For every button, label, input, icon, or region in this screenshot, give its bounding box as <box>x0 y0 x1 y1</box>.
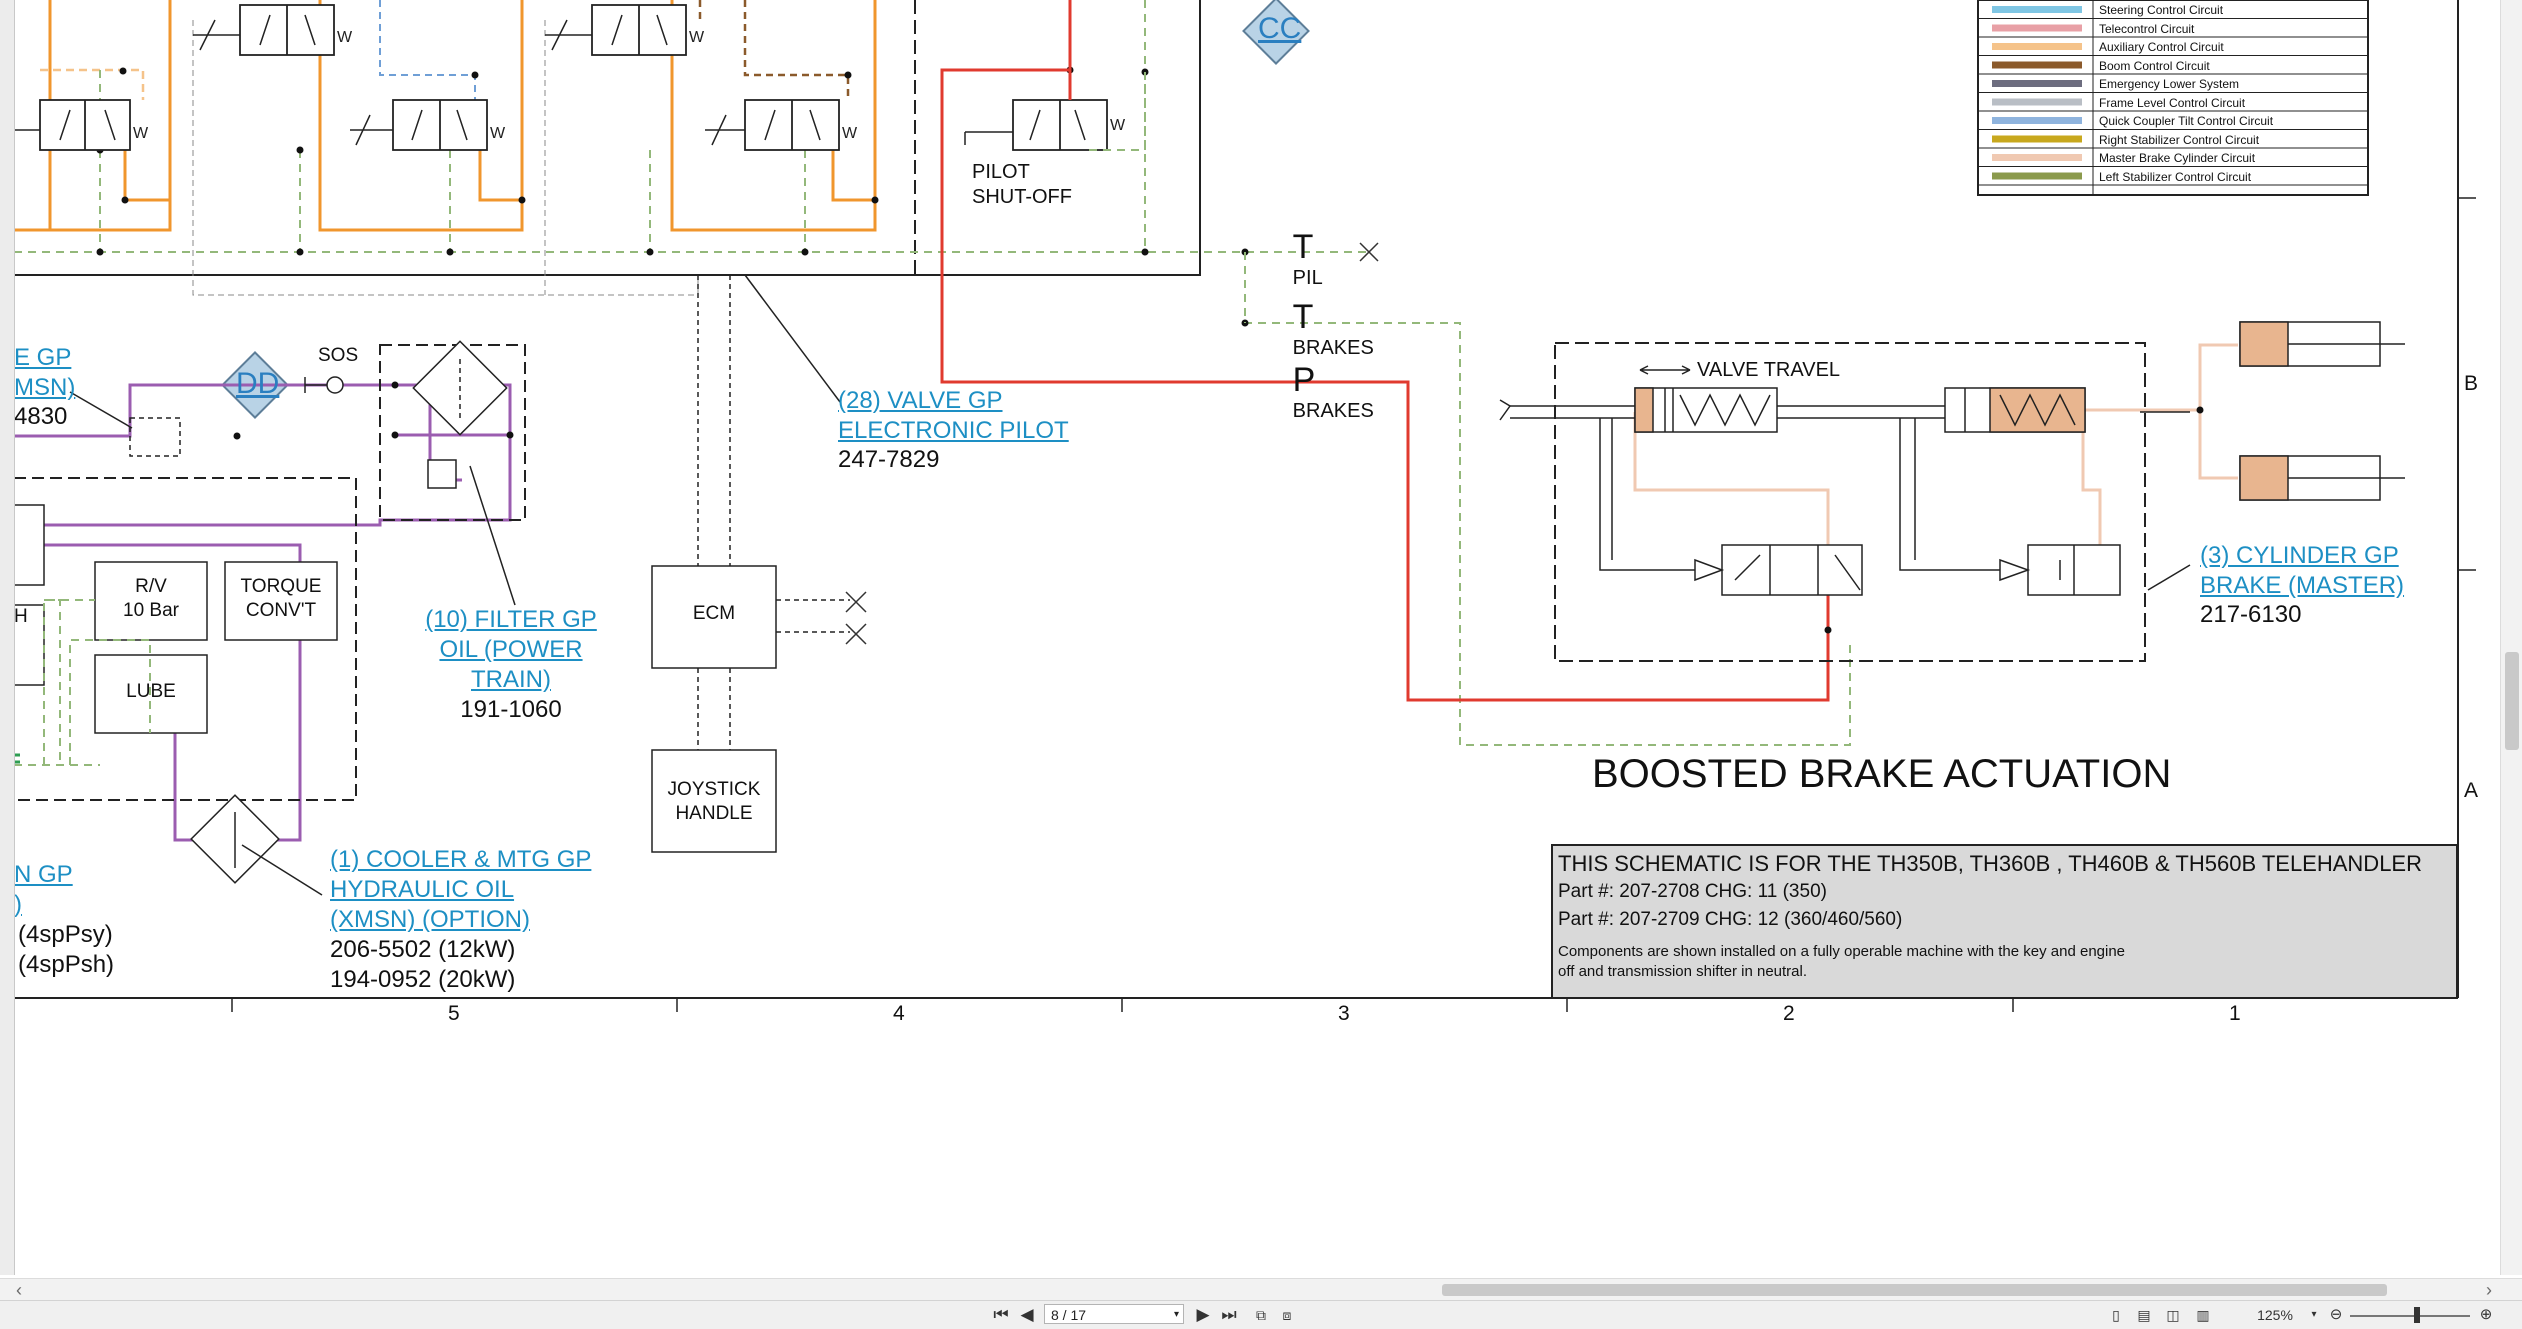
legend-item-label: Quick Coupler Tilt Control Circuit <box>2099 114 2274 128</box>
boosted-brake-title: BOOSTED BRAKE ACTUATION <box>1592 752 2172 796</box>
vertical-scrollbar[interactable] <box>2500 0 2522 1275</box>
filter-gp-part-number: 191-1060 <box>460 696 562 723</box>
legend-swatch <box>1992 98 2082 106</box>
p-brakes-sub: BRAKES <box>1292 400 1374 422</box>
svg-text:W: W <box>1110 117 1126 134</box>
t-pil-main: T <box>1292 228 1314 266</box>
cylinder-gp-part-number: 217-6130 <box>2200 601 2302 628</box>
h-partial-label: H <box>14 606 28 627</box>
cylinder-gp-link[interactable]: (3) CYLINDER GP BRAKE (MASTER) <box>2200 541 2404 601</box>
t-brakes-main: T <box>1292 298 1314 336</box>
legend-item-label: Telecontrol Circuit <box>2099 21 2195 36</box>
zoom-out-icon[interactable]: ⊖ <box>2326 1305 2346 1325</box>
lube-label: LUBE <box>126 681 176 702</box>
legend-item-label: Right Stabilizer Control Circuit <box>2099 132 2260 147</box>
grid-col-5: 5 <box>448 1002 460 1025</box>
svg-text:W: W <box>842 125 858 142</box>
scroll-right-icon[interactable]: › <box>2486 1279 2492 1301</box>
continuous-view-icon[interactable]: ▤ <box>2134 1305 2154 1325</box>
first-page-icon[interactable]: ⏮ <box>990 1305 1012 1325</box>
grid-row-a: A <box>2464 779 2479 802</box>
p-brakes-main: P <box>1292 361 1316 399</box>
ecm-label: ECM <box>692 603 736 624</box>
title-block-note: Components are shown installed on a full… <box>1558 943 2126 980</box>
horizontal-scroll-thumb[interactable] <box>1442 1284 2387 1296</box>
torque-conv-label: TORQUE CONV'T <box>240 576 322 621</box>
schematic-drawing: W W W W W W <box>1 0 2476 1012</box>
zoom-level[interactable]: 125% <box>2245 1305 2305 1325</box>
grid-col-4: 4 <box>893 1002 905 1025</box>
two-page-continuous-icon[interactable]: ▥ <box>2192 1305 2214 1325</box>
p-brakes-label: P BRAKES <box>1266 343 1374 441</box>
zoom-slider[interactable] <box>2350 1315 2470 1317</box>
title-block-line1: THIS SCHEMATIC IS FOR THE TH350B, TH360B… <box>1558 851 2422 876</box>
marker-dd: DD <box>236 367 280 400</box>
legend-swatch <box>1992 154 2082 161</box>
title-block-line3: Part #: 207-2709 CHG: 12 (360/460/560) <box>1558 909 1903 930</box>
grid-col-1: 1 <box>2229 1002 2241 1025</box>
grid-col-2: 2 <box>1783 1002 1795 1025</box>
legend-item-label: Master Brake Cylinder Circuit <box>2099 151 2256 165</box>
legend-item-label: Auxiliary Control Circuit <box>2099 40 2224 54</box>
svg-text:W: W <box>337 29 353 46</box>
page-dropdown-icon[interactable]: ▾ <box>1174 1305 1179 1325</box>
svg-text:W: W <box>133 125 149 142</box>
legend-swatch <box>1992 24 2082 32</box>
grid-col-3: 3 <box>1338 1002 1350 1025</box>
legend-swatch <box>1992 61 2082 69</box>
legend-swatch <box>1992 80 2082 87</box>
horizontal-scrollbar[interactable]: ‹ › <box>0 1278 2522 1301</box>
legend-swatch <box>1992 43 2082 50</box>
legend-item-label: Emergency Lower System <box>2099 77 2240 91</box>
zoom-in-icon[interactable]: ⊕ <box>2476 1305 2496 1325</box>
left-cut-callout-1-text: 4830 <box>14 403 68 430</box>
next-page-icon[interactable]: ▶ <box>1192 1305 1214 1325</box>
legend-swatch <box>1992 135 2082 143</box>
title-block-line2: Part #: 207-2708 CHG: 11 (350) <box>1558 881 1827 902</box>
last-page-icon[interactable]: ⏭ <box>1218 1305 1240 1325</box>
valve-gp-part-number: 247-7829 <box>838 446 940 473</box>
legend-item-label: Left Stabilizer Control Circuit <box>2099 169 2252 184</box>
navigation-toolbar: ⏮ ◀ 8 / 17 ▾ ▶ ⏭ ⧉ ⧈ ▯ ▤ ◫ ▥ 125% ▾ ⊖ ⊕ <box>0 1300 2522 1329</box>
two-page-view-icon[interactable]: ◫ <box>2162 1305 2184 1325</box>
fit-width-icon[interactable]: ⧈ <box>1276 1305 1298 1325</box>
valve-gp-link[interactable]: (28) VALVE GP ELECTRONIC PILOT <box>838 386 1069 446</box>
filter-gp-link[interactable]: (10) FILTER GP OIL (POWER TRAIN) <box>406 605 616 695</box>
pilot-shutoff-label: PILOT SHUT-OFF <box>972 161 1072 208</box>
schematic-page: W W W W W W Steering Control Circuit Teleco… <box>0 0 2500 1275</box>
rv-label: R/V 10 Bar <box>123 576 179 621</box>
sos-label: SOS <box>318 345 359 366</box>
left-panel-edge <box>0 0 15 1275</box>
marker-cc: CC <box>1258 12 1302 45</box>
scroll-left-icon[interactable]: ‹ <box>16 1279 22 1301</box>
left-cut-callout-2-link[interactable]: N GP ) <box>14 860 73 920</box>
zoom-slider-handle[interactable] <box>2414 1307 2420 1323</box>
valve-travel-label: VALVE TRAVEL <box>1697 359 1841 381</box>
page-number-value: 8 / 17 <box>1051 1307 1087 1323</box>
left-cut-callout-2-text: (4spPsy) (4spPsh) <box>18 921 115 978</box>
vertical-scroll-thumb[interactable] <box>2505 652 2519 750</box>
previous-page-icon[interactable]: ◀ <box>1016 1305 1038 1325</box>
joystick-handle-label: JOYSTICK HANDLE <box>667 779 761 824</box>
legend-item-label: Boom Control Circuit <box>2099 58 2210 73</box>
pdf-viewer: W W W W W W Steering Control Circuit Teleco… <box>0 0 2522 1329</box>
cooler-gp-link[interactable]: (1) COOLER & MTG GP HYDRAULIC OIL (XMSN)… <box>330 845 591 935</box>
svg-text:W: W <box>689 29 705 46</box>
svg-text:W: W <box>490 125 506 142</box>
zoom-dropdown-icon[interactable]: ▾ <box>2308 1305 2320 1325</box>
grid-row-b: B <box>2464 372 2479 395</box>
legend-swatch <box>1992 117 2082 124</box>
legend-item-label: Steering Control Circuit <box>2099 3 2224 17</box>
page-number-input[interactable]: 8 / 17 ▾ <box>1044 1304 1184 1324</box>
legend-item-label: Frame Level Control Circuit <box>2099 95 2246 110</box>
legend-swatch <box>1992 172 2082 180</box>
left-cut-callout-1-link[interactable]: E GP MSN) <box>14 343 75 403</box>
single-page-view-icon[interactable]: ▯ <box>2106 1305 2126 1325</box>
fit-page-icon[interactable]: ⧉ <box>1250 1305 1272 1325</box>
legend-swatch <box>1992 6 2082 13</box>
cooler-gp-part-numbers: 206-5502 (12kW) 194-0952 (20kW) <box>330 936 516 993</box>
